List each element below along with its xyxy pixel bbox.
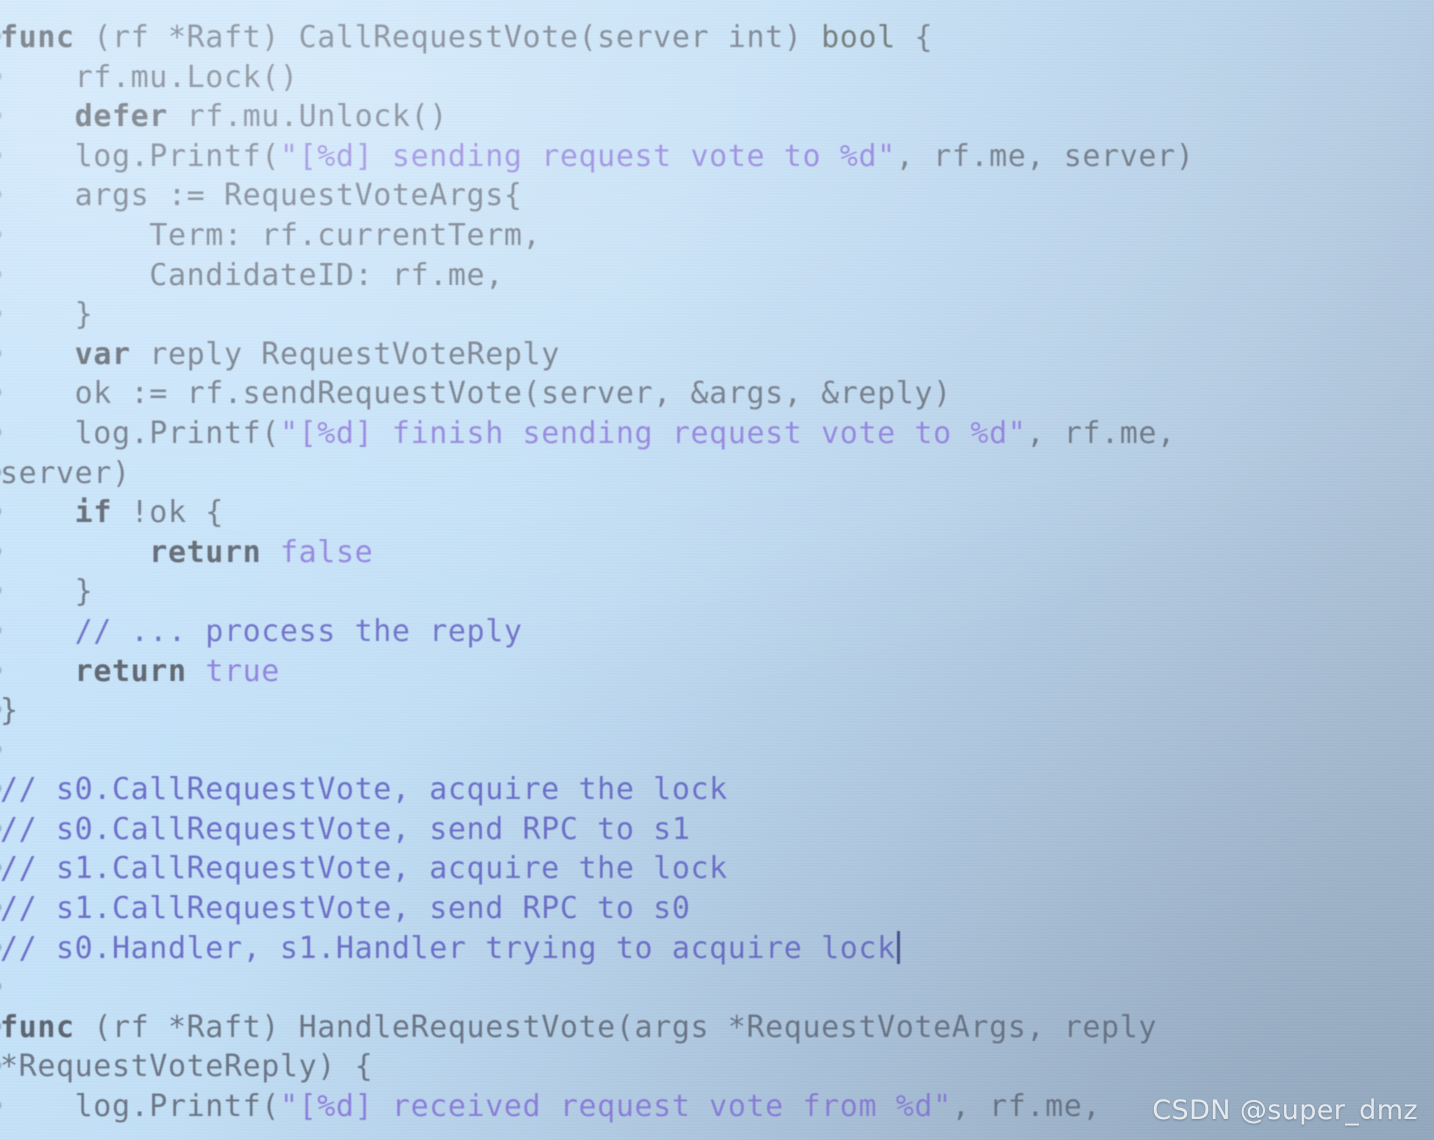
code-line[interactable]: if !ok { — [0, 493, 1434, 533]
code-token-kw: if — [74, 495, 112, 531]
code-token-typ: bool — [821, 20, 896, 55]
code-token-pln: , rf.me, — [1026, 415, 1176, 451]
code-line[interactable]: return true — [0, 652, 1434, 692]
code-line[interactable]: } — [0, 572, 1434, 612]
code-line[interactable]: *RequestVoteReply) { — [0, 1047, 1434, 1087]
code-token-pln: , rf.me, server) — [895, 138, 1195, 174]
code-token-pln — [0, 337, 75, 372]
code-token-kw: return — [149, 534, 262, 570]
code-token-pln: (rf *Raft) CallRequestVote(server int) — [74, 20, 822, 55]
code-editor-screenshot: •••••••••••••••••••••••••••• func (rf *R… — [0, 0, 1434, 1140]
code-token-kw: func — [0, 1009, 75, 1045]
code-token-str: "[%d] received request vote from %d" — [279, 1089, 952, 1125]
code-line[interactable]: return false — [0, 533, 1434, 573]
code-token-cmt: // s0.CallRequestVote, send RPC to s1 — [0, 811, 691, 847]
code-token-cmt: // s1.CallRequestVote, send RPC to s0 — [0, 891, 691, 927]
code-token-pln: !ok { — [111, 495, 224, 531]
code-line[interactable]: log.Printf("[%d] sending request vote to… — [0, 137, 1434, 177]
code-token-pln: { — [895, 20, 934, 55]
code-token-lit: true — [205, 653, 280, 689]
code-line[interactable] — [0, 731, 1434, 771]
code-token-str: "[%d] sending request vote to %d" — [279, 138, 896, 174]
code-token-pln: server) — [0, 455, 131, 491]
code-token-kw: var — [74, 336, 131, 372]
code-token-pln — [261, 535, 280, 570]
code-token-pln: } — [0, 297, 94, 333]
code-text-area[interactable]: func (rf *Raft) CallRequestVote(server i… — [0, 18, 1434, 1127]
code-token-pln: rf.mu.Unlock() — [167, 99, 448, 135]
code-line[interactable]: // s1.CallRequestVote, send RPC to s0 — [0, 889, 1434, 929]
code-line[interactable]: ok := rf.sendRequestVote(server, &args, … — [0, 374, 1434, 414]
code-token-cmt: // s0.CallRequestVote, acquire the lock — [0, 772, 728, 808]
code-token-lit: false — [279, 534, 374, 570]
code-line[interactable]: args := RequestVoteArgs{ — [0, 176, 1434, 216]
code-token-pln: , rf.me, — [951, 1089, 1102, 1125]
code-token-kw: defer — [74, 99, 168, 135]
code-token-pln: Term: rf.currentTerm, — [0, 217, 542, 253]
code-token-pln — [0, 495, 75, 530]
text-caret — [896, 930, 900, 964]
code-line[interactable] — [0, 968, 1434, 1008]
code-line[interactable]: // s0.CallRequestVote, send RPC to s1 — [0, 810, 1434, 850]
code-token-pln: (rf *Raft) HandleRequestVote(args *Reque… — [74, 1009, 1158, 1045]
code-token-pln: reply RequestVoteReply — [130, 336, 560, 372]
code-token-cmt: // ... process the reply — [0, 613, 523, 649]
code-token-pln: log.Printf( — [0, 415, 280, 451]
code-line[interactable]: var reply RequestVoteReply — [0, 335, 1434, 375]
code-token-pln — [0, 99, 75, 134]
code-line[interactable]: func (rf *Raft) CallRequestVote(server i… — [0, 18, 1434, 58]
code-line[interactable]: defer rf.mu.Unlock() — [0, 97, 1434, 137]
code-token-pln: *RequestVoteReply) { — [0, 1049, 374, 1085]
code-line[interactable]: log.Printf("[%d] finish sending request … — [0, 414, 1434, 454]
code-line[interactable]: server) — [0, 454, 1434, 494]
code-token-pln: log.Printf( — [0, 138, 280, 174]
code-token-pln: ok := rf.sendRequestVote(server, &args, … — [0, 376, 952, 412]
code-line[interactable]: Term: rf.currentTerm, — [0, 216, 1434, 256]
code-token-pln: CandidateID: rf.me, — [0, 257, 504, 293]
code-token-pln: args := RequestVoteArgs{ — [0, 178, 523, 214]
code-token-pln: } — [0, 574, 94, 610]
code-line[interactable]: // s0.Handler, s1.Handler trying to acqu… — [0, 929, 1434, 969]
code-line[interactable]: // s1.CallRequestVote, acquire the lock — [0, 849, 1434, 889]
code-line[interactable]: rf.mu.Lock() — [0, 58, 1434, 98]
code-token-kw: return — [74, 653, 187, 689]
code-line[interactable]: } — [0, 295, 1434, 335]
csdn-watermark: CSDN @super_dmz — [1152, 1095, 1418, 1126]
code-token-pln: log.Printf( — [0, 1089, 280, 1125]
code-token-str: "[%d] finish sending request vote to %d" — [279, 415, 1027, 451]
code-line[interactable]: // ... process the reply — [0, 612, 1434, 652]
code-token-pln — [187, 654, 206, 689]
code-line[interactable]: } — [0, 691, 1434, 731]
code-line[interactable]: func (rf *Raft) HandleRequestVote(args *… — [0, 1008, 1434, 1048]
code-token-pln — [0, 535, 149, 570]
code-line[interactable]: // s0.CallRequestVote, acquire the lock — [0, 770, 1434, 810]
code-token-kw: func — [0, 20, 75, 55]
code-token-cmt: // s0.Handler, s1.Handler trying to acqu… — [0, 930, 896, 966]
code-token-pln — [0, 654, 75, 689]
code-token-pln: } — [0, 693, 19, 729]
code-token-pln: rf.mu.Lock() — [0, 59, 299, 95]
code-token-cmt: // s1.CallRequestVote, acquire the lock — [0, 851, 728, 887]
code-line[interactable]: CandidateID: rf.me, — [0, 256, 1434, 296]
